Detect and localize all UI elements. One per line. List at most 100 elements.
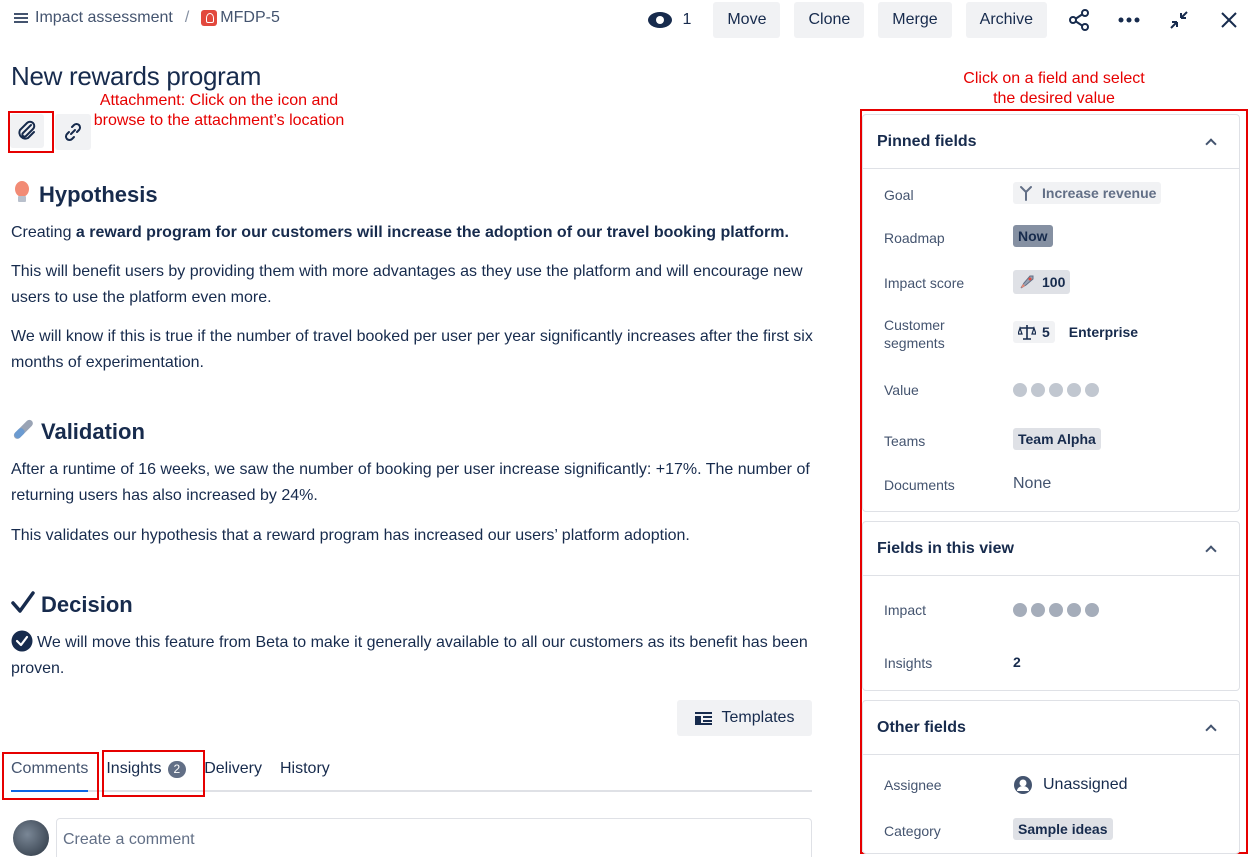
roadmap-value[interactable]: Now <box>1013 225 1053 247</box>
templates-label: Templates <box>721 709 795 726</box>
impact-rating-dots <box>1013 603 1103 617</box>
validation-heading-text: Validation <box>41 419 145 444</box>
value-rating-dots <box>1013 383 1103 397</box>
watch-count: 1 <box>682 11 692 28</box>
hypothesis-paragraph-2: This will benefit users by providing the… <box>11 263 803 306</box>
validation-heading: Validation <box>11 417 145 447</box>
assignee-text: Unassigned <box>1043 776 1128 793</box>
value-label: Value <box>884 382 919 398</box>
chevron-up-icon <box>1205 544 1217 557</box>
roadmap-value-text: Now <box>1013 225 1053 247</box>
other-fields-header[interactable]: Other fields <box>863 701 1239 755</box>
chevron-up-icon <box>1205 137 1217 150</box>
breadcrumb-separator: / <box>184 9 190 26</box>
impact-score-value[interactable]: 100 <box>1013 270 1071 294</box>
customer-segments-text: Enterprise <box>1068 324 1139 340</box>
decision-heading-text: Decision <box>41 592 133 617</box>
roadmap-label: Roadmap <box>884 230 945 246</box>
category-value[interactable]: Sample ideas <box>1013 818 1113 840</box>
impact-rating[interactable] <box>1013 603 1103 617</box>
teams-value[interactable]: Team Alpha <box>1013 428 1101 450</box>
list-icon <box>14 11 28 25</box>
assignee-value[interactable]: Unassigned <box>1013 775 1128 795</box>
other-fields-panel: Other fields Assignee Unassigned Categor… <box>862 700 1240 854</box>
comment-input[interactable]: Create a comment <box>56 818 812 857</box>
hypothesis-lead-plain: Creating <box>11 224 76 241</box>
comments-tab-highlight <box>2 752 99 800</box>
tab-delivery[interactable]: Delivery <box>204 760 262 790</box>
rocket-icon <box>1020 275 1034 289</box>
goal-value-text: Increase revenue <box>1042 185 1157 201</box>
move-button[interactable]: Move <box>713 2 781 38</box>
teams-value-text: Team Alpha <box>1013 428 1101 450</box>
test-tube-icon <box>11 417 35 447</box>
share-icon[interactable] <box>1061 2 1097 38</box>
more-icon[interactable] <box>1111 2 1147 38</box>
chevron-up-icon <box>1205 723 1217 736</box>
idea-type-icon <box>201 10 218 26</box>
other-fields-title: Other fields <box>877 718 966 736</box>
check-circle-icon <box>11 630 33 652</box>
decision-heading: Decision <box>11 590 133 620</box>
decision-text: We will move this feature from Beta to m… <box>11 634 808 677</box>
view-fields-panel: Fields in this view Impact Insights 2 <box>862 521 1240 691</box>
validation-paragraph-2: This validates our hypothesis that a rew… <box>11 527 690 544</box>
pinned-fields-panel: Pinned fields Goal Increase revenue Road… <box>862 114 1240 512</box>
page-title[interactable]: New rewards program <box>11 61 261 92</box>
branch-icon <box>1020 186 1032 201</box>
insights-value[interactable]: 2 <box>1013 654 1021 670</box>
customer-segments-value[interactable]: 5 Enterprise <box>1013 321 1138 343</box>
checkmark-icon <box>11 590 35 620</box>
impact-label: Impact <box>884 602 927 618</box>
validation-paragraph-1: After a runtime of 16 weeks, we saw the … <box>11 461 810 504</box>
link-icon <box>64 122 82 142</box>
goal-value[interactable]: Increase revenue <box>1013 182 1162 204</box>
customer-segments-label: Customer segments <box>884 317 945 351</box>
watch-button[interactable]: 1 <box>648 11 691 29</box>
collapse-icon[interactable] <box>1161 2 1197 38</box>
hypothesis-heading: Hypothesis <box>11 180 158 210</box>
pinned-fields-title: Pinned fields <box>877 132 977 150</box>
link-button[interactable] <box>55 114 91 150</box>
breadcrumb: Impact assessment / MFDP-5 <box>14 9 280 27</box>
archive-button[interactable]: Archive <box>965 2 1047 38</box>
attachment-button[interactable] <box>10 114 44 148</box>
hypothesis-lead: Creating a reward program for our custom… <box>11 220 821 246</box>
user-icon <box>1014 776 1032 794</box>
teams-label: Teams <box>884 433 926 449</box>
tab-history[interactable]: History <box>280 760 330 790</box>
eye-icon <box>648 12 673 28</box>
decision-paragraph: We will move this feature from Beta to m… <box>11 630 821 682</box>
assignee-label: Assignee <box>884 777 942 793</box>
tab-delivery-label: Delivery <box>204 760 262 777</box>
avatar <box>13 820 49 856</box>
breadcrumb-issue-key[interactable]: MFDP-5 <box>220 9 280 27</box>
header-actions: 1 Move Clone Merge Archive <box>648 2 1253 38</box>
fields-annotation: Click on a field and select the desired … <box>963 70 1145 107</box>
merge-button[interactable]: Merge <box>878 2 952 38</box>
close-icon[interactable] <box>1211 2 1247 38</box>
hypothesis-paragraph-3: We will know if this is true if the numb… <box>11 328 813 371</box>
template-icon <box>694 711 712 725</box>
scale-icon <box>1018 325 1036 340</box>
insights-tab-highlight <box>102 750 205 797</box>
impact-score-text: 100 <box>1042 274 1066 290</box>
view-fields-header[interactable]: Fields in this view <box>863 522 1239 576</box>
impact-score-label: Impact score <box>884 275 965 291</box>
goal-label: Goal <box>884 187 914 203</box>
breadcrumb-project[interactable]: Impact assessment <box>35 9 173 27</box>
tab-history-label: History <box>279 760 330 777</box>
attachment-annotation: Attachment: Click on the icon and browse… <box>93 92 345 129</box>
documents-value[interactable]: None <box>1013 475 1051 493</box>
clone-button[interactable]: Clone <box>794 2 865 38</box>
documents-label: Documents <box>884 477 955 493</box>
customer-segments-count: 5 <box>1042 324 1050 340</box>
templates-button[interactable]: Templates <box>677 700 812 736</box>
hypothesis-heading-text: Hypothesis <box>39 182 158 207</box>
hypothesis-lead-bold: a reward program for our customers will … <box>75 224 789 241</box>
category-label: Category <box>884 823 941 839</box>
pinned-fields-header[interactable]: Pinned fields <box>863 115 1239 169</box>
top-bar: Impact assessment / MFDP-5 1 Move Clone … <box>0 0 1253 40</box>
value-rating[interactable] <box>1013 383 1103 397</box>
view-fields-title: Fields in this view <box>877 539 1014 557</box>
